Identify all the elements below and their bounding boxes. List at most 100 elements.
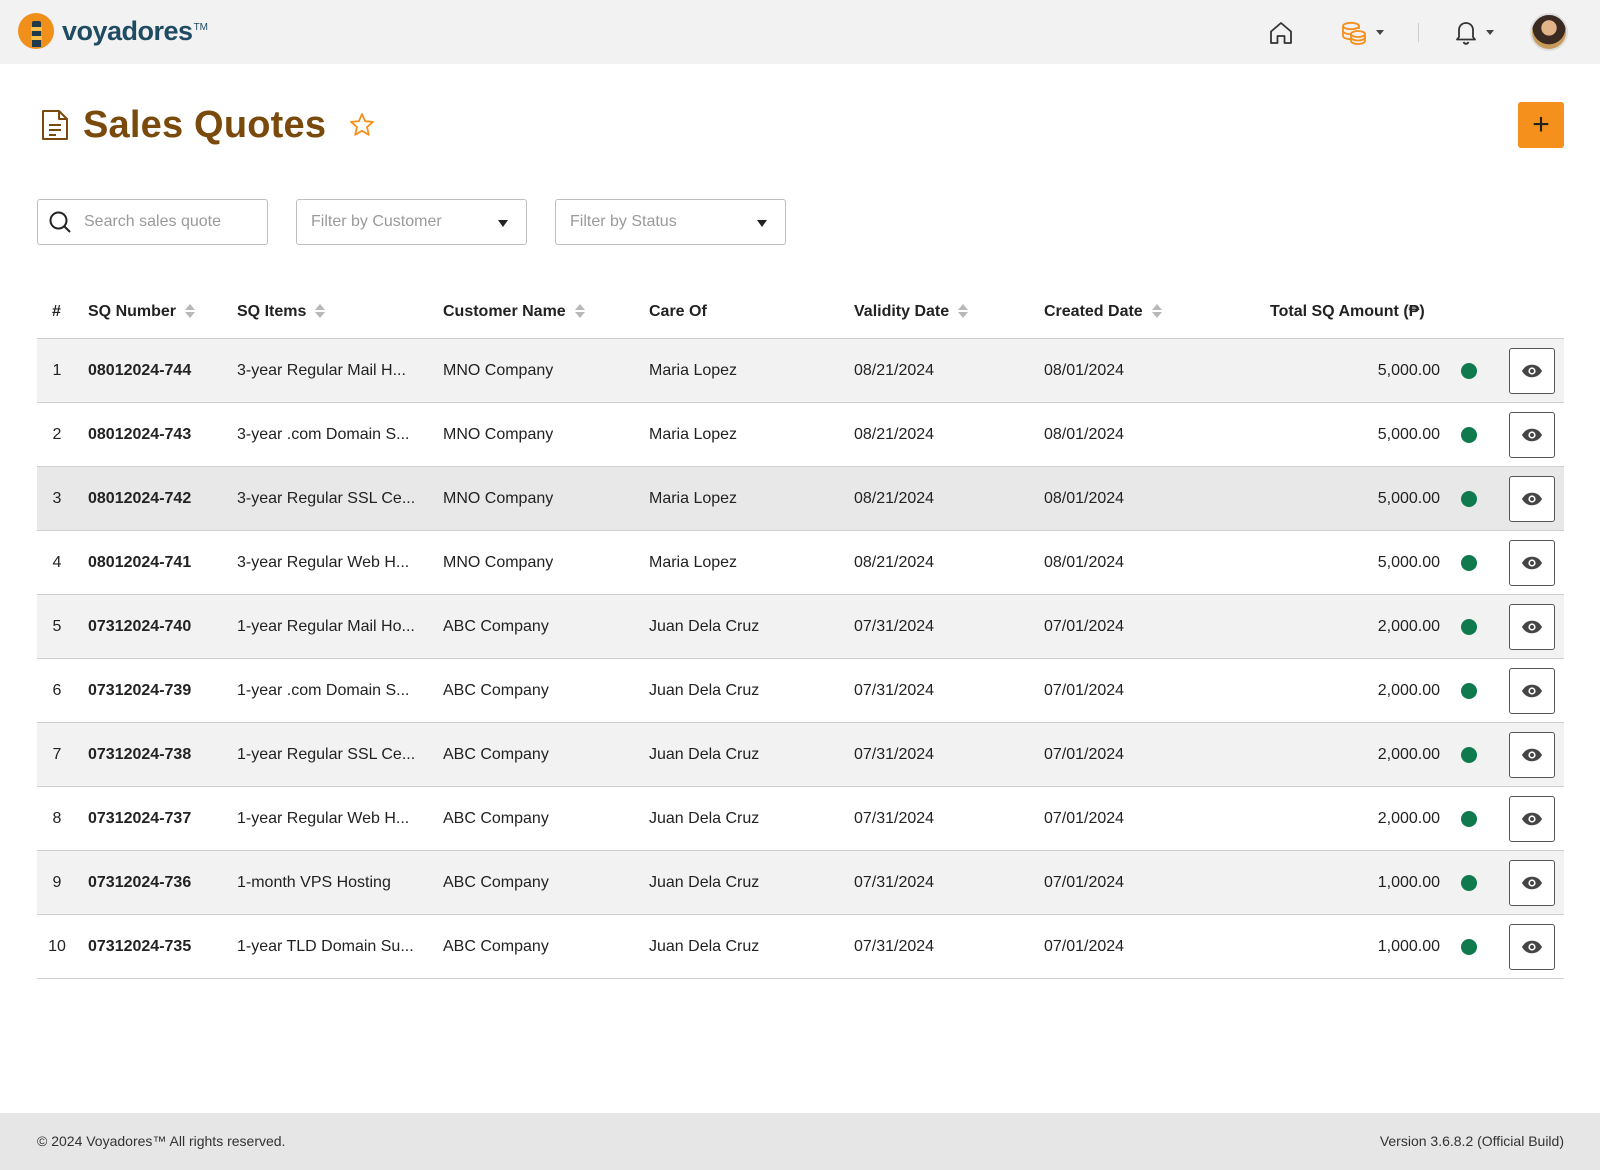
cell-sq-items: 1-year Regular Web H... <box>237 810 410 827</box>
notifications-dropdown-caret-icon[interactable] <box>1486 30 1494 35</box>
cell-index: 5 <box>52 618 62 635</box>
table-row[interactable]: 4 08012024-741 3-year Regular Web H... MNO … <box>37 531 1564 595</box>
view-button[interactable] <box>1509 476 1555 522</box>
search-box[interactable] <box>37 199 268 245</box>
table-row[interactable]: 1 08012024-744 3-year Regular Mail H... MNO… <box>37 339 1564 403</box>
cell-care-of: Juan Dela Cruz <box>649 746 760 763</box>
brand-logo[interactable]: voyadores TM <box>18 13 208 49</box>
top-bar: voyadores TM <box>0 0 1600 64</box>
bell-icon[interactable] <box>1452 18 1480 46</box>
filter-by-customer-select[interactable]: Filter by Customer <box>296 199 527 245</box>
cell-validity-date: 08/21/2024 <box>854 362 935 379</box>
search-input[interactable] <box>84 213 254 231</box>
cell-validity-date: 07/31/2024 <box>854 810 935 827</box>
cell-total-amount: 5,000.00 <box>1377 426 1440 443</box>
cell-sq-items: 3-year Regular Mail H... <box>237 362 406 379</box>
sort-icon[interactable] <box>958 303 969 318</box>
header-sq-number[interactable]: SQ Number <box>88 285 196 339</box>
cell-sq-number: 08012024-742 <box>88 490 192 507</box>
cell-validity-date: 07/31/2024 <box>854 746 935 763</box>
cell-index: 3 <box>52 490 62 507</box>
cell-created-date: 08/01/2024 <box>1044 362 1125 379</box>
table-row[interactable]: 8 07312024-737 1-year Regular Web H... ABC … <box>37 787 1564 851</box>
chevron-down-icon <box>498 220 508 227</box>
cell-validity-date: 08/21/2024 <box>854 490 935 507</box>
cell-sq-items: 1-year Regular Mail Ho... <box>237 618 415 635</box>
eye-icon <box>1522 492 1542 506</box>
cell-care-of: Juan Dela Cruz <box>649 810 760 827</box>
copyright-text: © 2024 Voyadores™ All rights reserved. <box>37 1133 286 1149</box>
cell-index: 7 <box>52 746 62 763</box>
user-avatar[interactable] <box>1530 13 1568 51</box>
footer: © 2024 Voyadores™ All rights reserved. V… <box>0 1113 1600 1170</box>
cell-created-date: 07/01/2024 <box>1044 618 1125 635</box>
sort-icon[interactable] <box>185 303 196 318</box>
table-row[interactable]: 2 08012024-743 3-year .com Domain S... MNO … <box>37 403 1564 467</box>
coins-dropdown-caret-icon[interactable] <box>1376 30 1384 35</box>
table-row[interactable]: 5 07312024-740 1-year Regular Mail Ho... AB… <box>37 595 1564 659</box>
header-created-date-label: Created Date <box>1044 303 1143 320</box>
table-row[interactable]: 7 07312024-738 1-year Regular SSL Ce... ABC… <box>37 723 1564 787</box>
sort-icon[interactable] <box>315 303 326 318</box>
view-button[interactable] <box>1509 860 1555 906</box>
cell-care-of: Juan Dela Cruz <box>649 682 760 699</box>
cell-care-of: Maria Lopez <box>649 362 738 379</box>
header-index: # <box>52 303 61 320</box>
table-row[interactable]: 3 08012024-742 3-year Regular SSL Ce... MNO… <box>37 467 1564 531</box>
header-sq-items[interactable]: SQ Items <box>237 285 326 339</box>
header-customer-name-label: Customer Name <box>443 303 566 320</box>
search-icon <box>49 211 71 233</box>
coins-icon[interactable] <box>1340 19 1368 47</box>
cell-created-date: 07/01/2024 <box>1044 938 1125 955</box>
nav-separator <box>1418 23 1419 42</box>
cell-sq-items: 3-year Regular SSL Ce... <box>237 490 416 507</box>
eye-icon <box>1522 684 1542 698</box>
sort-icon[interactable] <box>574 303 585 318</box>
chevron-down-icon <box>757 220 767 227</box>
view-button[interactable] <box>1509 924 1555 970</box>
cell-customer-name: ABC Company <box>443 874 549 891</box>
view-button[interactable] <box>1509 604 1555 650</box>
header-validity-date[interactable]: Validity Date <box>854 285 969 339</box>
filter-by-status-select[interactable]: Filter by Status <box>555 199 786 245</box>
header-created-date[interactable]: Created Date <box>1044 285 1162 339</box>
cell-index: 6 <box>52 682 62 699</box>
cell-customer-name: MNO Company <box>443 362 554 379</box>
cell-validity-date: 07/31/2024 <box>854 682 935 699</box>
status-indicator <box>1461 875 1477 891</box>
cell-created-date: 08/01/2024 <box>1044 426 1125 443</box>
cell-sq-items: 3-year Regular Web H... <box>237 554 410 571</box>
table-row[interactable]: 10 07312024-735 1-year TLD Domain Su... ABC… <box>37 915 1564 979</box>
cell-created-date: 07/01/2024 <box>1044 810 1125 827</box>
view-button[interactable] <box>1509 540 1555 586</box>
cell-care-of: Juan Dela Cruz <box>649 938 760 955</box>
view-button[interactable] <box>1509 348 1555 394</box>
cell-index: 2 <box>52 426 62 443</box>
table-row[interactable]: 6 07312024-739 1-year .com Domain S... ABC … <box>37 659 1564 723</box>
cell-customer-name: MNO Company <box>443 490 554 507</box>
add-sales-quote-button[interactable]: + <box>1518 102 1564 148</box>
header-total-amount: Total SQ Amount (₱) <box>1270 303 1425 320</box>
sales-quotes-table: # SQ Number SQ Items Customer Name Care … <box>37 285 1564 979</box>
cell-created-date: 07/01/2024 <box>1044 874 1125 891</box>
cell-care-of: Maria Lopez <box>649 490 738 507</box>
page-title: Sales Quotes <box>83 103 327 146</box>
favorite-star-icon[interactable] <box>348 111 376 139</box>
cell-sq-number: 07312024-735 <box>88 938 192 955</box>
view-button[interactable] <box>1509 796 1555 842</box>
home-icon[interactable] <box>1267 19 1295 47</box>
view-button[interactable] <box>1509 668 1555 714</box>
brand-name: voyadores <box>62 15 193 46</box>
cell-customer-name: MNO Company <box>443 554 554 571</box>
header-customer-name[interactable]: Customer Name <box>443 285 585 339</box>
cell-created-date: 08/01/2024 <box>1044 490 1125 507</box>
cell-total-amount: 5,000.00 <box>1377 362 1440 379</box>
cell-care-of: Juan Dela Cruz <box>649 618 760 635</box>
view-button[interactable] <box>1509 412 1555 458</box>
cell-care-of: Maria Lopez <box>649 426 738 443</box>
view-button[interactable] <box>1509 732 1555 778</box>
sort-icon[interactable] <box>1151 303 1162 318</box>
table-row[interactable]: 9 07312024-736 1-month VPS Hosting ABC Comp… <box>37 851 1564 915</box>
cell-customer-name: ABC Company <box>443 746 549 763</box>
status-indicator <box>1461 683 1477 699</box>
